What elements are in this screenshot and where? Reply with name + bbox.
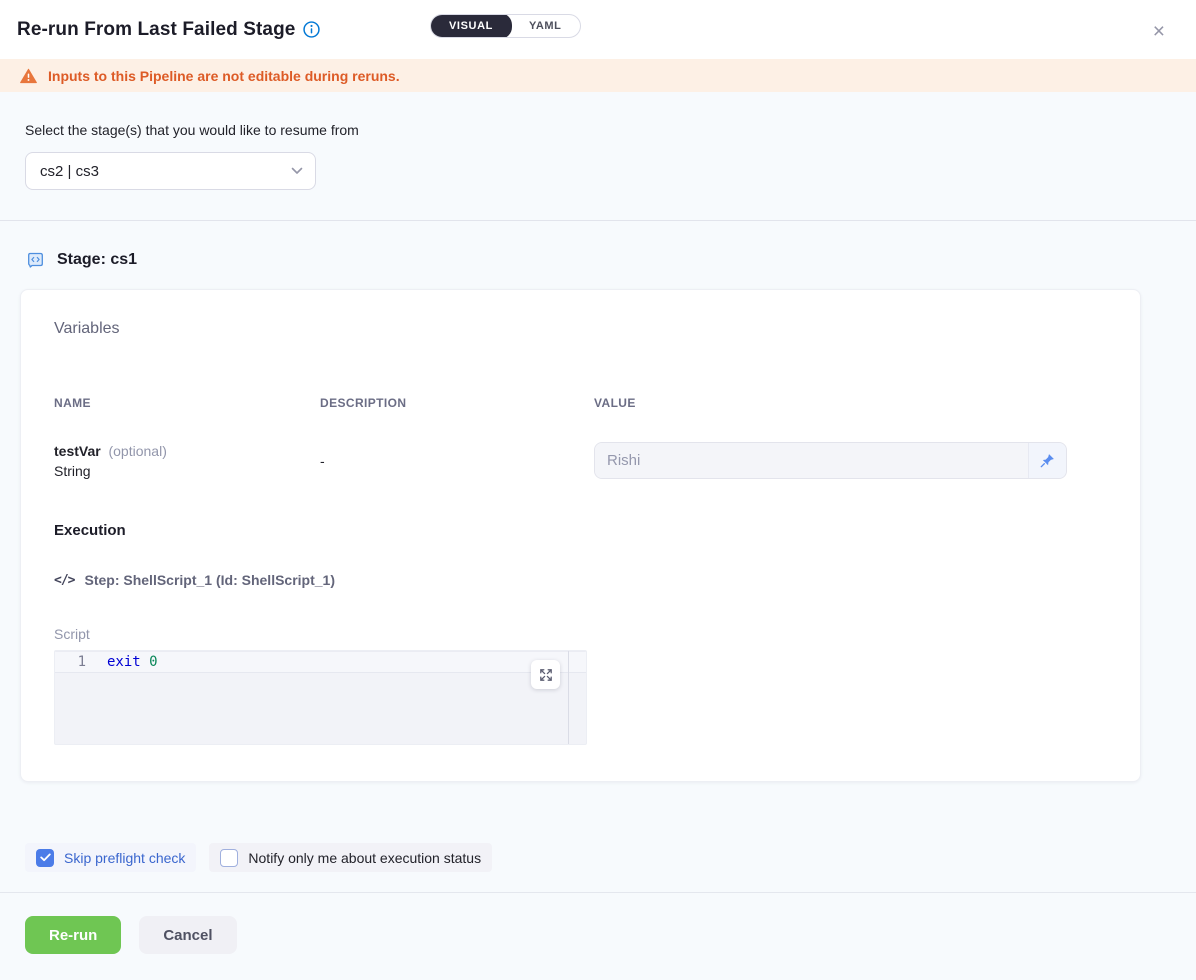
variable-value-input[interactable] [595, 443, 1028, 478]
code-line: 1 exit 0 [55, 651, 586, 673]
stage-dropdown[interactable]: cs2 | cs3 [25, 152, 316, 190]
step-label: Step: ShellScript_1 (Id: ShellScript_1) [84, 572, 335, 588]
variable-name: testVar [54, 443, 101, 459]
skip-preflight-label: Skip preflight check [64, 850, 185, 866]
stage-title: Stage: cs1 [57, 251, 137, 269]
checkbox-checked-icon[interactable] [36, 849, 54, 867]
variable-name-cell: testVar (optional) String [54, 443, 320, 479]
variable-optional-tag: (optional) [105, 443, 167, 459]
checkbox-unchecked-icon[interactable] [220, 849, 238, 867]
variable-value-field [594, 442, 1067, 479]
column-description: DESCRIPTION [320, 396, 594, 410]
variables-heading: Variables [54, 320, 1107, 338]
notify-only-me-label: Notify only me about execution status [248, 850, 481, 866]
modal-header: Re-run From Last Failed Stage VISUAL YAM… [0, 0, 1196, 59]
rerun-modal: Re-run From Last Failed Stage VISUAL YAM… [0, 0, 1196, 980]
script-label: Script [54, 626, 1107, 642]
warning-text: Inputs to this Pipeline are not editable… [48, 68, 400, 84]
stage-heading: Stage: cs1 [25, 250, 1196, 270]
execution-heading: Execution [54, 522, 1107, 539]
info-icon[interactable] [303, 21, 320, 38]
line-number: 1 [55, 654, 107, 670]
toggle-yaml[interactable]: YAML [511, 14, 580, 38]
expand-icon[interactable] [531, 660, 560, 689]
variables-table-header: NAME DESCRIPTION VALUE [54, 396, 1107, 410]
script-code-editor[interactable]: 1 exit 0 [54, 650, 587, 745]
stage-card: Variables NAME DESCRIPTION VALUE testVar… [20, 289, 1141, 782]
page-title: Re-run From Last Failed Stage [17, 19, 295, 41]
stage-select-label: Select the stage(s) that you would like … [25, 122, 1171, 138]
editor-scrollbar-rail[interactable] [568, 651, 569, 744]
cancel-button[interactable]: Cancel [139, 916, 236, 954]
stage-select-section: Select the stage(s) that you would like … [0, 92, 1196, 190]
stage-dropdown-value: cs2 | cs3 [40, 163, 99, 180]
options-row: Skip preflight check Notify only me abou… [25, 843, 1196, 872]
code-icon: </> [54, 573, 74, 588]
warning-banner: Inputs to this Pipeline are not editable… [0, 59, 1196, 92]
variable-description: - [320, 453, 594, 469]
toggle-visual[interactable]: VISUAL [430, 14, 512, 38]
notify-only-me-checkbox[interactable]: Notify only me about execution status [209, 843, 492, 872]
column-name: NAME [54, 396, 320, 410]
code-text: exit 0 [107, 654, 158, 670]
column-value: VALUE [594, 396, 1107, 410]
table-row: testVar (optional) String - [54, 442, 1107, 479]
pin-icon[interactable] [1028, 443, 1066, 478]
visual-yaml-toggle: VISUAL YAML [430, 14, 581, 38]
rerun-button[interactable]: Re-run [25, 916, 121, 954]
variable-type: String [54, 463, 320, 479]
chevron-down-icon [291, 167, 303, 175]
close-icon[interactable]: × [1153, 22, 1165, 42]
divider [0, 220, 1196, 221]
custom-stage-icon [25, 250, 46, 270]
step-line: </> Step: ShellScript_1 (Id: ShellScript… [54, 572, 1107, 588]
skip-preflight-checkbox[interactable]: Skip preflight check [25, 843, 196, 872]
footer-actions: Re-run Cancel [0, 893, 1196, 954]
warning-icon [20, 68, 37, 84]
